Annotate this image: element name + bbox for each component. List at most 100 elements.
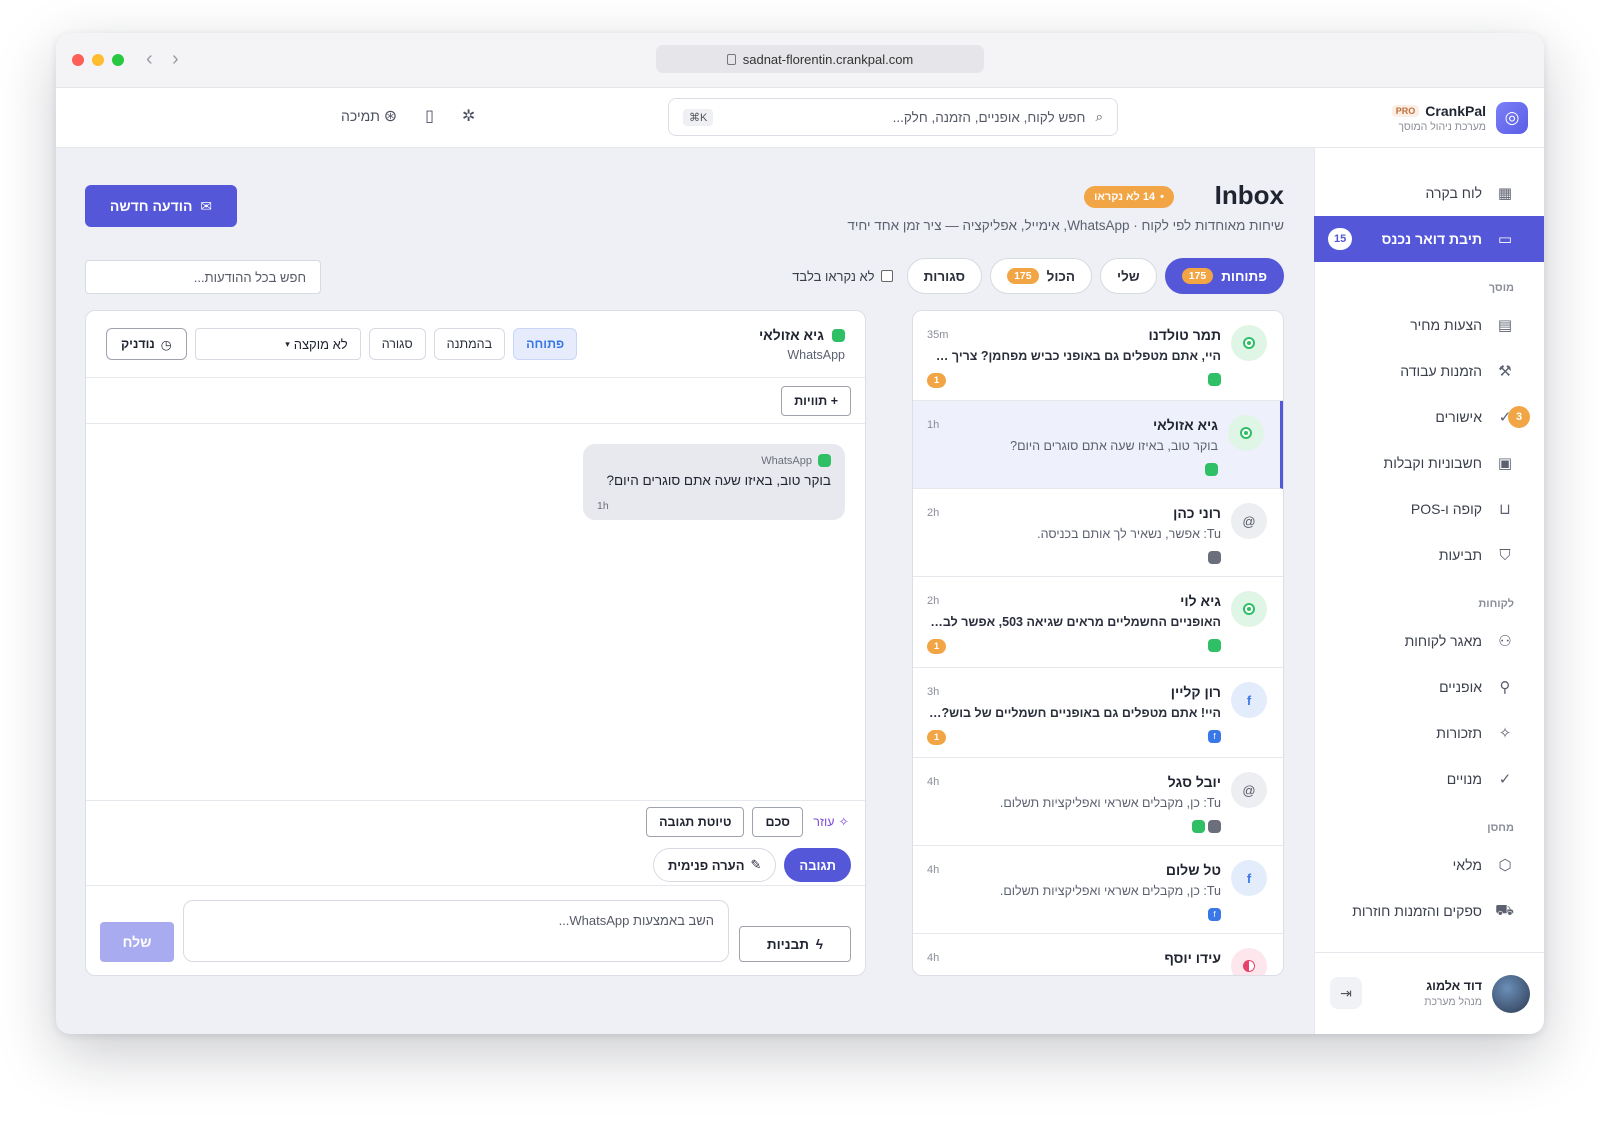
filter-mine[interactable]: שלי [1100, 258, 1157, 294]
filter-open[interactable]: פתוחות 175 [1164, 258, 1284, 294]
internal-note-label: הערה פנימית [668, 857, 745, 873]
user-profile[interactable]: דוד אלמוג מנהל מערכת ⇥ [1314, 952, 1544, 1034]
filter-label: סגורות [923, 268, 966, 284]
sidebar-item-claims[interactable]: ⛉ תביעות [1314, 532, 1544, 578]
message-area[interactable]: WhatsApp בוקר טוב, באיזו שעה אתם סוגרים … [86, 424, 865, 800]
whatsapp-avatar-icon [1231, 325, 1267, 361]
brand-subtitle: מערכת ניהול המוסך [1398, 121, 1486, 133]
chevron-down-icon: ▾ [285, 338, 290, 349]
channel-indicators [1192, 820, 1221, 833]
draft-reply-button[interactable]: טיוטת תגובה [646, 807, 745, 837]
conversation-item[interactable]: עידו יוסף 4h [913, 934, 1283, 975]
book-icon[interactable]: ▯ [425, 106, 434, 126]
thread-contact-name[interactable]: גיא אזולאי [759, 327, 824, 343]
close-window-button[interactable] [72, 54, 84, 66]
sidebar-item-dashboard[interactable]: ▦ לוח בקרה [1314, 170, 1544, 216]
new-message-button[interactable]: ✉ הודעה חדשה [85, 185, 237, 227]
search-icon: ⌕ [1095, 109, 1103, 124]
global-search-input[interactable]: ⌕ חפש לקוח, אופניים, הזמנה, חלק... ⌘K [668, 98, 1118, 136]
conversation-item[interactable]: @ רוני כהן 2h Tu: אפשר, נשאיר לך אותם בכניס… [913, 489, 1283, 577]
status-pending-button[interactable]: בהמתנה [433, 328, 506, 360]
reply-textarea[interactable]: השב באמצעות WhatsApp... [183, 900, 729, 962]
sidebar-item-inbox[interactable]: ▭ תיבת דואר נכנס 15 [1314, 216, 1544, 262]
sidebar-item-invoices[interactable]: ▣ חשבוניות וקבלות [1314, 440, 1544, 486]
status-closed-button[interactable]: סגורה [368, 328, 426, 360]
snooze-label: נודניק [121, 337, 155, 351]
unread-only-toggle[interactable]: לא נקראו בלבד [792, 269, 893, 284]
forward-arrow-icon[interactable]: › [172, 48, 179, 71]
conversation-time: 1h [927, 419, 940, 431]
users-icon: ⚇ [1498, 633, 1512, 650]
compose-mode-row: תגובה ✎ הערה פנימית [86, 842, 865, 886]
address-bar[interactable]: sadnat-florentin.crankpal.com [656, 45, 984, 73]
sidebar-item-bikes[interactable]: ⚲ אופניים [1314, 664, 1544, 710]
conversation-time: 4h [927, 776, 940, 788]
sidebar-item-reminders[interactable]: ✧ תזכורות [1314, 710, 1544, 756]
snooze-button[interactable]: ◷ נודניק [106, 328, 187, 360]
section-label-garage: מוסך [1488, 282, 1514, 294]
channel-indicators [1208, 639, 1221, 652]
page-title: Inbox [1214, 180, 1284, 210]
templates-button[interactable]: ϟ תבניות [739, 926, 851, 962]
logout-button[interactable]: ⇥ [1330, 977, 1362, 1009]
filter-closed[interactable]: סגורות [906, 258, 983, 294]
reply-mode-button[interactable]: תגובה [784, 848, 851, 882]
sidebar-item-approvals[interactable]: ✓ אישורים 3 [1314, 394, 1544, 440]
sidebar-item-quotes[interactable]: ▤ הצעות מחיר [1314, 302, 1544, 348]
conversation-item[interactable]: f רון קליין 3h היי! אתם מטפלים גם באופניים … [913, 668, 1283, 758]
global-search-placeholder: חפש לקוח, אופניים, הזמנה, חלק... [892, 109, 1086, 125]
maximize-window-button[interactable] [112, 54, 124, 66]
sidebar-item-work-orders[interactable]: ⚒ הזמנות עבודה [1314, 348, 1544, 394]
support-button[interactable]: ⊛ תמיכה [341, 106, 397, 126]
assignee-select[interactable]: לא מוקצה ▾ [194, 328, 361, 360]
conversation-item[interactable]: f טל שלום 4h Tu: כן, מקבלים אשראי ואפליקציו… [913, 846, 1283, 934]
sidebar-item-label: ספקים והזמנות חוזרות [1352, 903, 1482, 919]
sidebar-item-pos[interactable]: ⊔ קופה ו-POS [1314, 486, 1544, 532]
sidebar-item-inventory[interactable]: ⬡ מלאי [1314, 842, 1544, 888]
conversation-time: 2h [927, 595, 940, 607]
url-text: sadnat-florentin.crankpal.com [742, 51, 914, 67]
sidebar-item-customers[interactable]: ⚇ מאגר לקוחות [1314, 618, 1544, 664]
conversation-item[interactable]: גיא לוי 2h האופניים החשמליים מראים שגיאה 5… [913, 577, 1283, 668]
filter-bar: פתוחות 175 שלי הכול 175 סגורות לא נקראו … [792, 258, 1284, 294]
conversation-name: גיא אזולאי [1152, 417, 1218, 433]
summarize-button[interactable]: סכם [752, 807, 803, 837]
whatsapp-icon [1208, 373, 1221, 386]
sidebar-item-suppliers[interactable]: ⛟ ספקים והזמנות חוזרות [1314, 888, 1544, 934]
internal-note-mode-button[interactable]: ✎ הערה פנימית [653, 848, 777, 882]
filter-all[interactable]: הכול 175 [990, 258, 1093, 294]
minimize-window-button[interactable] [92, 54, 104, 66]
sidebar-item-subscriptions[interactable]: ✓ מנויים [1314, 756, 1544, 802]
add-tags-button[interactable]: + תוויות [781, 386, 851, 416]
conversation-item[interactable]: גיא אזולאי 1h בוקר טוב, באיזו שעה אתם סוגר… [913, 401, 1283, 489]
whatsapp-icon [818, 454, 831, 467]
unread-badge: 1 [927, 373, 946, 388]
message-channel: WhatsApp [761, 454, 812, 467]
conversation-name: רון קליין [1170, 684, 1221, 700]
back-arrow-icon[interactable]: ‹ [146, 48, 153, 71]
unread-only-checkbox[interactable] [880, 270, 893, 282]
whatsapp-avatar-icon [1228, 415, 1264, 451]
unread-badge: 1 [927, 730, 946, 745]
sparkles-icon: ✧ [1498, 725, 1512, 742]
message-search-input[interactable]: חפש בכל ההודעות... [85, 260, 321, 294]
channel-indicators: f [1208, 908, 1221, 921]
conversation-item[interactable]: @ יובל סגל 4h Tu: כן, מקבלים אשראי ואפליקצי… [913, 758, 1283, 846]
conversation-preview: היי, אתם מטפלים גם באופני כביש מפחמן? צר… [929, 349, 1221, 363]
status-selector: פתוחה בהמתנה סגורה [368, 328, 578, 360]
browser-titlebar: ‹ › sadnat-florentin.crankpal.com [56, 33, 1544, 88]
conversation-item[interactable]: תמר טולדנו 35m היי, אתם מטפלים גם באופני כ… [913, 311, 1283, 401]
conversation-time: 4h [927, 864, 940, 876]
brand[interactable]: ◎ CrankPal PRO מערכת ניהול המוסך [1391, 102, 1528, 134]
status-open-button[interactable]: פתוחה [513, 328, 578, 360]
grid-icon: ▦ [1497, 185, 1513, 202]
sidebar-item-label: תיבת דואר נכנס [1381, 231, 1482, 247]
wrench-icon: ⚒ [1498, 363, 1512, 380]
lightning-icon: ϟ [815, 936, 824, 952]
bug-icon[interactable]: ✲ [462, 106, 475, 126]
unread-count-badge: • 14 לא נקראו [1084, 186, 1174, 208]
avatar [1492, 974, 1530, 1013]
logout-icon: ⇥ [1340, 984, 1352, 1001]
send-button[interactable]: שלח [100, 922, 174, 962]
conversation-time: 35m [927, 329, 949, 341]
